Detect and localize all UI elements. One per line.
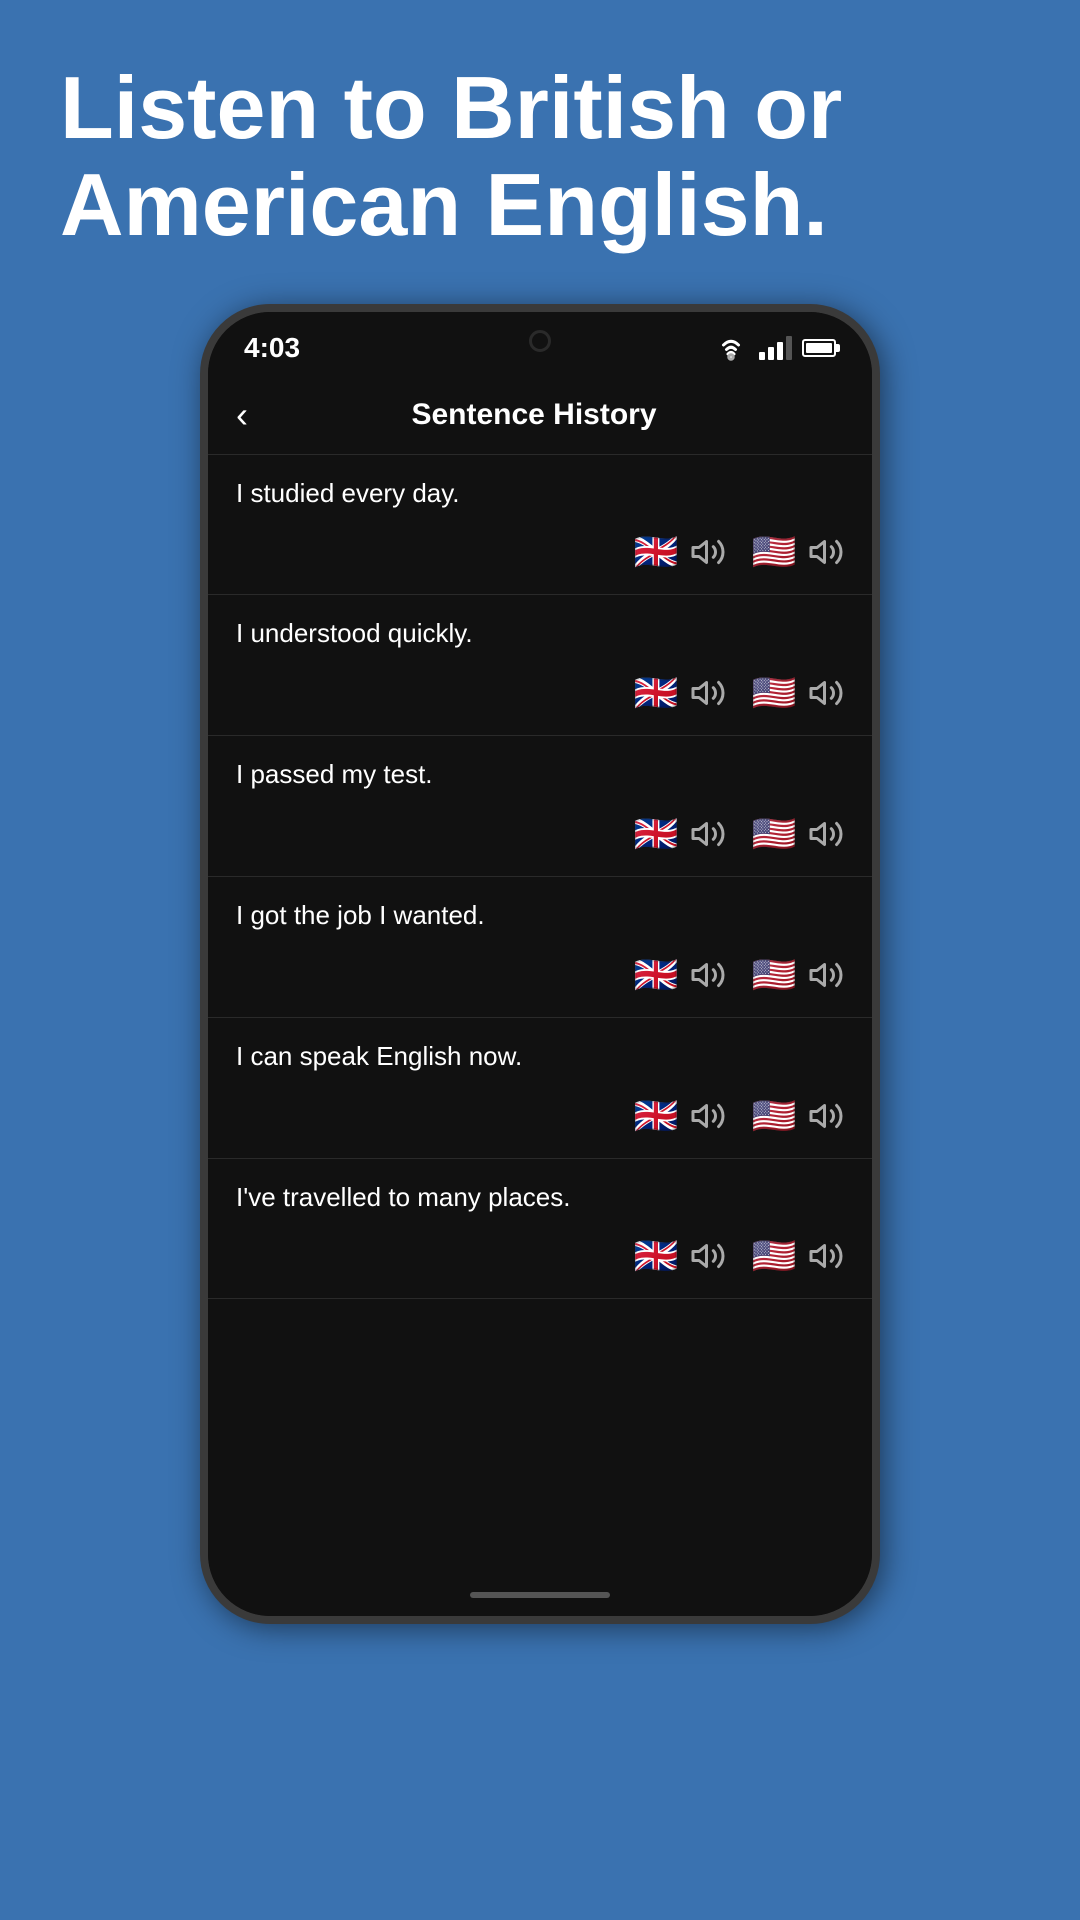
sentence-item: I passed my test. 🇬🇧 🇺🇸 (208, 736, 872, 877)
speaker-icon (808, 534, 844, 570)
signal-bar-3 (777, 342, 783, 360)
sentence-item: I've travelled to many places. 🇬🇧 🇺🇸 (208, 1159, 872, 1300)
british-flag: 🇬🇧 (632, 1092, 680, 1140)
british-audio-button[interactable]: 🇬🇧 (632, 1092, 726, 1140)
sentence-text: I understood quickly. (236, 617, 844, 651)
audio-controls: 🇬🇧 🇺🇸 (236, 810, 844, 858)
american-audio-button[interactable]: 🇺🇸 (750, 1232, 844, 1280)
american-flag: 🇺🇸 (750, 810, 798, 858)
sentence-item: I studied every day. 🇬🇧 🇺🇸 (208, 455, 872, 596)
speaker-icon (690, 675, 726, 711)
phone-mockup: 4:03 (200, 304, 880, 1624)
speaker-icon (690, 534, 726, 570)
speaker-icon (690, 1098, 726, 1134)
british-flag: 🇬🇧 (632, 951, 680, 999)
speaker-icon (690, 1238, 726, 1274)
american-flag: 🇺🇸 (750, 951, 798, 999)
british-flag: 🇬🇧 (632, 528, 680, 576)
british-flag: 🇬🇧 (632, 1232, 680, 1280)
speaker-icon (690, 957, 726, 993)
sentence-list: I studied every day. 🇬🇧 🇺🇸 (208, 455, 872, 1578)
status-bar: 4:03 (208, 312, 872, 376)
american-flag: 🇺🇸 (750, 1092, 798, 1140)
british-audio-button[interactable]: 🇬🇧 (632, 528, 726, 576)
speaker-icon (808, 957, 844, 993)
page-title: Sentence History (260, 398, 808, 432)
speaker-icon (690, 816, 726, 852)
sentence-text: I studied every day. (236, 477, 844, 511)
american-audio-button[interactable]: 🇺🇸 (750, 951, 844, 999)
back-button[interactable]: ‹ (236, 390, 260, 440)
speaker-icon (808, 1098, 844, 1134)
british-audio-button[interactable]: 🇬🇧 (632, 669, 726, 717)
signal-icon (759, 336, 792, 360)
british-flag: 🇬🇧 (632, 810, 680, 858)
home-indicator (208, 1578, 872, 1616)
sentence-text: I can speak English now. (236, 1040, 844, 1074)
audio-controls: 🇬🇧 🇺🇸 (236, 1232, 844, 1280)
audio-controls: 🇬🇧 🇺🇸 (236, 669, 844, 717)
audio-controls: 🇬🇧 🇺🇸 (236, 528, 844, 576)
sentence-text: I've travelled to many places. (236, 1181, 844, 1215)
audio-controls: 🇬🇧 🇺🇸 (236, 1092, 844, 1140)
app-header: ‹ Sentence History (208, 376, 872, 455)
speaker-icon (808, 816, 844, 852)
phone-outer: 4:03 (200, 304, 880, 1624)
battery-fill (806, 343, 832, 353)
status-icons (713, 330, 836, 366)
wifi-icon (713, 330, 749, 366)
american-flag: 🇺🇸 (750, 528, 798, 576)
british-audio-button[interactable]: 🇬🇧 (632, 810, 726, 858)
british-flag: 🇬🇧 (632, 669, 680, 717)
american-audio-button[interactable]: 🇺🇸 (750, 1092, 844, 1140)
home-bar (470, 1592, 610, 1598)
british-audio-button[interactable]: 🇬🇧 (632, 1232, 726, 1280)
sentence-item: I understood quickly. 🇬🇧 🇺🇸 (208, 595, 872, 736)
camera-notch (529, 330, 551, 352)
speaker-icon (808, 675, 844, 711)
sentence-text: I got the job I wanted. (236, 899, 844, 933)
signal-bar-2 (768, 347, 774, 360)
american-flag: 🇺🇸 (750, 669, 798, 717)
signal-bar-1 (759, 352, 765, 360)
sentence-text: I passed my test. (236, 758, 844, 792)
british-audio-button[interactable]: 🇬🇧 (632, 951, 726, 999)
american-audio-button[interactable]: 🇺🇸 (750, 810, 844, 858)
speaker-icon (808, 1238, 844, 1274)
audio-controls: 🇬🇧 🇺🇸 (236, 951, 844, 999)
status-time: 4:03 (244, 332, 300, 364)
phone-screen: 4:03 (208, 312, 872, 1616)
sentence-item: I got the job I wanted. 🇬🇧 🇺🇸 (208, 877, 872, 1018)
american-audio-button[interactable]: 🇺🇸 (750, 669, 844, 717)
signal-bar-4 (786, 336, 792, 360)
hero-text: Listen to British or American English. (0, 0, 1080, 294)
american-flag: 🇺🇸 (750, 1232, 798, 1280)
battery-icon (802, 339, 836, 357)
american-audio-button[interactable]: 🇺🇸 (750, 528, 844, 576)
sentence-item: I can speak English now. 🇬🇧 🇺🇸 (208, 1018, 872, 1159)
